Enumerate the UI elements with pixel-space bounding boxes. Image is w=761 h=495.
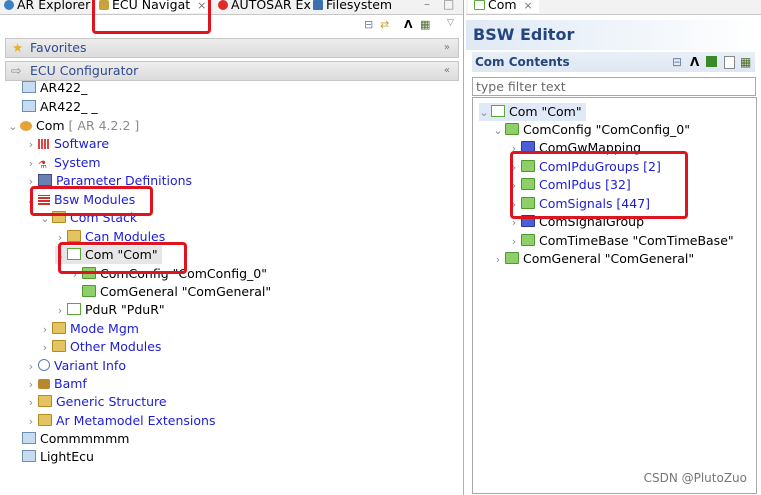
tree-item-ar-metamodel-extensions[interactable]: › Ar Metamodel Extensions <box>26 412 216 431</box>
expand-arrow-icon[interactable]: ⌄ <box>8 118 18 136</box>
tree-item-variant-info[interactable]: › Variant Info <box>26 357 126 375</box>
tree-item-comtimebase[interactable]: › ComTimeBase "ComTimeBase" <box>509 232 734 250</box>
filter-icon[interactable]: Λ <box>404 18 413 31</box>
tree-item-bamf[interactable]: › Bamf <box>26 375 87 393</box>
right-tab-bar: Com ⨯ <box>466 0 761 15</box>
tree-item-mode-mgm[interactable]: › Mode Mgm <box>40 320 139 338</box>
com-contents-header: Com Contents ⊟ Λ ▦ <box>472 52 755 72</box>
filter-icon[interactable]: Λ <box>690 52 699 72</box>
left-tab-bar: AR Explorer ECU Navigat ⨯ AUTOSAR Ex Fil… <box>0 0 463 15</box>
tab-ar-explorer[interactable]: AR Explorer <box>4 0 90 13</box>
software-icon <box>38 139 50 149</box>
collapsed-arrow-icon[interactable]: › <box>26 394 36 412</box>
highlight-box <box>92 0 211 34</box>
document-icon[interactable] <box>724 56 735 69</box>
favorites-section[interactable]: ★ Favorites » <box>5 38 459 58</box>
expand-arrow-icon[interactable]: ⌄ <box>479 104 489 122</box>
link-editor-icon[interactable]: ⇄ <box>380 18 389 31</box>
folder-icon <box>38 395 52 407</box>
editor-title: BSW Editor <box>473 25 575 44</box>
tree-item-com[interactable]: ⌄ Com [ AR 4.2.2 ] <box>8 117 139 135</box>
tree-item-software[interactable]: › Software <box>26 135 109 153</box>
tree-item-commmmmm[interactable]: Commmmmm <box>22 430 129 448</box>
maximize-icon[interactable]: □ <box>443 0 454 11</box>
collapse-all-icon[interactable]: ⊟ <box>672 52 682 72</box>
collapsed-arrow-icon[interactable]: › <box>26 358 36 376</box>
bamf-icon <box>38 379 50 389</box>
ecu-configurator-section[interactable]: ⇨ ECU Configurator « <box>5 61 459 81</box>
tree-item-generic-structure[interactable]: › Generic Structure <box>26 393 167 411</box>
system-icon: ⚗ <box>38 160 47 171</box>
bsw-editor-pane: Com ⨯ BSW Editor Com Contents ⊟ Λ ▦ type… <box>466 0 761 495</box>
highlight-box <box>58 242 187 274</box>
collapsed-arrow-icon[interactable]: › <box>40 321 50 339</box>
variant-info-icon <box>38 359 50 371</box>
filesystem-icon <box>313 0 323 10</box>
ar-explorer-icon <box>4 0 14 10</box>
collapsed-arrow-icon[interactable]: › <box>493 251 503 269</box>
autosar-icon <box>218 0 228 10</box>
tab-com[interactable]: Com ⨯ <box>468 0 539 13</box>
navigator-toolbar: ⊟ ⇄ Λ ▦ ▽ <box>0 15 463 35</box>
container-icon <box>505 252 519 264</box>
expand-arrow-icon[interactable]: ⌄ <box>493 122 503 140</box>
grid-view-icon[interactable]: ▦ <box>740 52 751 72</box>
tree-item-comconfig[interactable]: ⌄ ComConfig "ComConfig_0" <box>493 121 690 139</box>
collapse-all-icon[interactable]: ⊟ <box>364 18 373 31</box>
module-icon <box>474 0 485 10</box>
tree-item-comgeneral[interactable]: › ComGeneral "ComGeneral" <box>493 250 694 268</box>
collapsed-arrow-icon[interactable]: › <box>26 155 36 173</box>
close-icon[interactable]: ⨯ <box>524 0 533 12</box>
tab-autosar-explorer[interactable]: AUTOSAR Ex <box>218 0 311 13</box>
folder-icon <box>52 340 66 352</box>
collapsed-arrow-icon[interactable]: › <box>40 339 50 357</box>
tree-item-other-modules[interactable]: › Other Modules <box>40 338 162 357</box>
sync-icon[interactable] <box>706 56 717 67</box>
module-icon <box>67 303 81 315</box>
tree-item-lightecu[interactable]: LightEcu <box>22 448 94 466</box>
tree-item-pdur[interactable]: › PduR "PduR" <box>55 301 165 319</box>
collapse-chevron-icon[interactable]: » <box>444 39 450 57</box>
ecu-navigator-pane: AR Explorer ECU Navigat ⨯ AUTOSAR Ex Fil… <box>0 0 464 495</box>
container-icon <box>505 123 519 135</box>
tree-item-comgeneral[interactable]: ComGeneral "ComGeneral" <box>82 283 271 301</box>
container-icon <box>521 234 535 246</box>
editor-title-bar: BSW Editor <box>466 20 761 50</box>
folder-icon <box>38 414 52 426</box>
module-icon <box>491 105 505 117</box>
ecu-project-icon <box>20 121 32 131</box>
tree-item-system[interactable]: › ⚗ System <box>26 154 101 172</box>
collapsed-arrow-icon[interactable]: › <box>26 376 36 394</box>
filter-input[interactable]: type filter text <box>472 77 756 96</box>
collapsed-arrow-icon[interactable]: › <box>26 136 36 154</box>
tree-item-ar422-1[interactable]: AR422_ <box>22 79 87 97</box>
project-icon <box>22 81 36 93</box>
grid-view-icon[interactable]: ▦ <box>420 18 430 31</box>
parameter-definitions-icon <box>38 174 52 186</box>
minimize-icon[interactable]: – <box>424 0 430 11</box>
highlight-box <box>30 186 153 216</box>
view-menu-icon[interactable]: ▽ <box>447 18 454 28</box>
container-icon <box>82 285 96 297</box>
star-icon: ★ <box>12 40 24 55</box>
tab-filesystem[interactable]: Filesystem <box>313 0 392 13</box>
project-icon <box>22 100 36 112</box>
collapsed-arrow-icon[interactable]: › <box>55 302 65 320</box>
expand-chevron-icon[interactable]: « <box>444 62 450 80</box>
watermark: CSDN @PlutoZuo <box>643 471 747 485</box>
collapsed-arrow-icon[interactable]: › <box>509 233 519 251</box>
tree-item-com-root[interactable]: ⌄ Com "Com" <box>479 103 586 121</box>
project-icon <box>22 450 36 462</box>
folder-icon <box>67 230 81 242</box>
configurator-icon: ⇨ <box>11 63 22 78</box>
project-icon <box>22 432 36 444</box>
tree-item-ar422-2[interactable]: AR422_ _ <box>22 98 98 116</box>
collapsed-arrow-icon[interactable]: › <box>26 413 36 431</box>
highlight-box <box>510 151 688 219</box>
folder-icon <box>52 322 66 334</box>
